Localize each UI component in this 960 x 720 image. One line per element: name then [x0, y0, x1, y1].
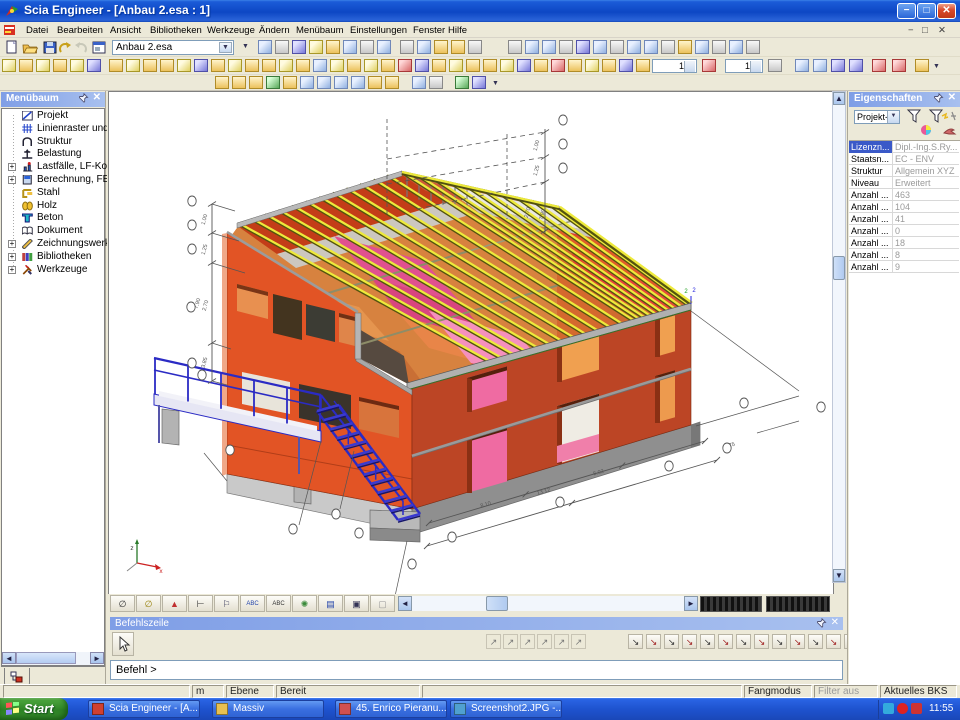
- svg-text:3.85: 3.85: [201, 357, 210, 369]
- svg-text:1.25: 1.25: [201, 244, 210, 256]
- svg-text:2: 2: [684, 289, 688, 295]
- svg-text:1.00: 1.00: [533, 140, 542, 152]
- svg-text:z: z: [130, 545, 133, 552]
- svg-text:x: x: [159, 568, 163, 575]
- svg-text:2: 2: [692, 288, 696, 294]
- svg-text:1.00: 1.00: [201, 214, 210, 226]
- svg-text:1.25: 1.25: [533, 165, 542, 177]
- svg-text:2.70: 2.70: [202, 300, 211, 312]
